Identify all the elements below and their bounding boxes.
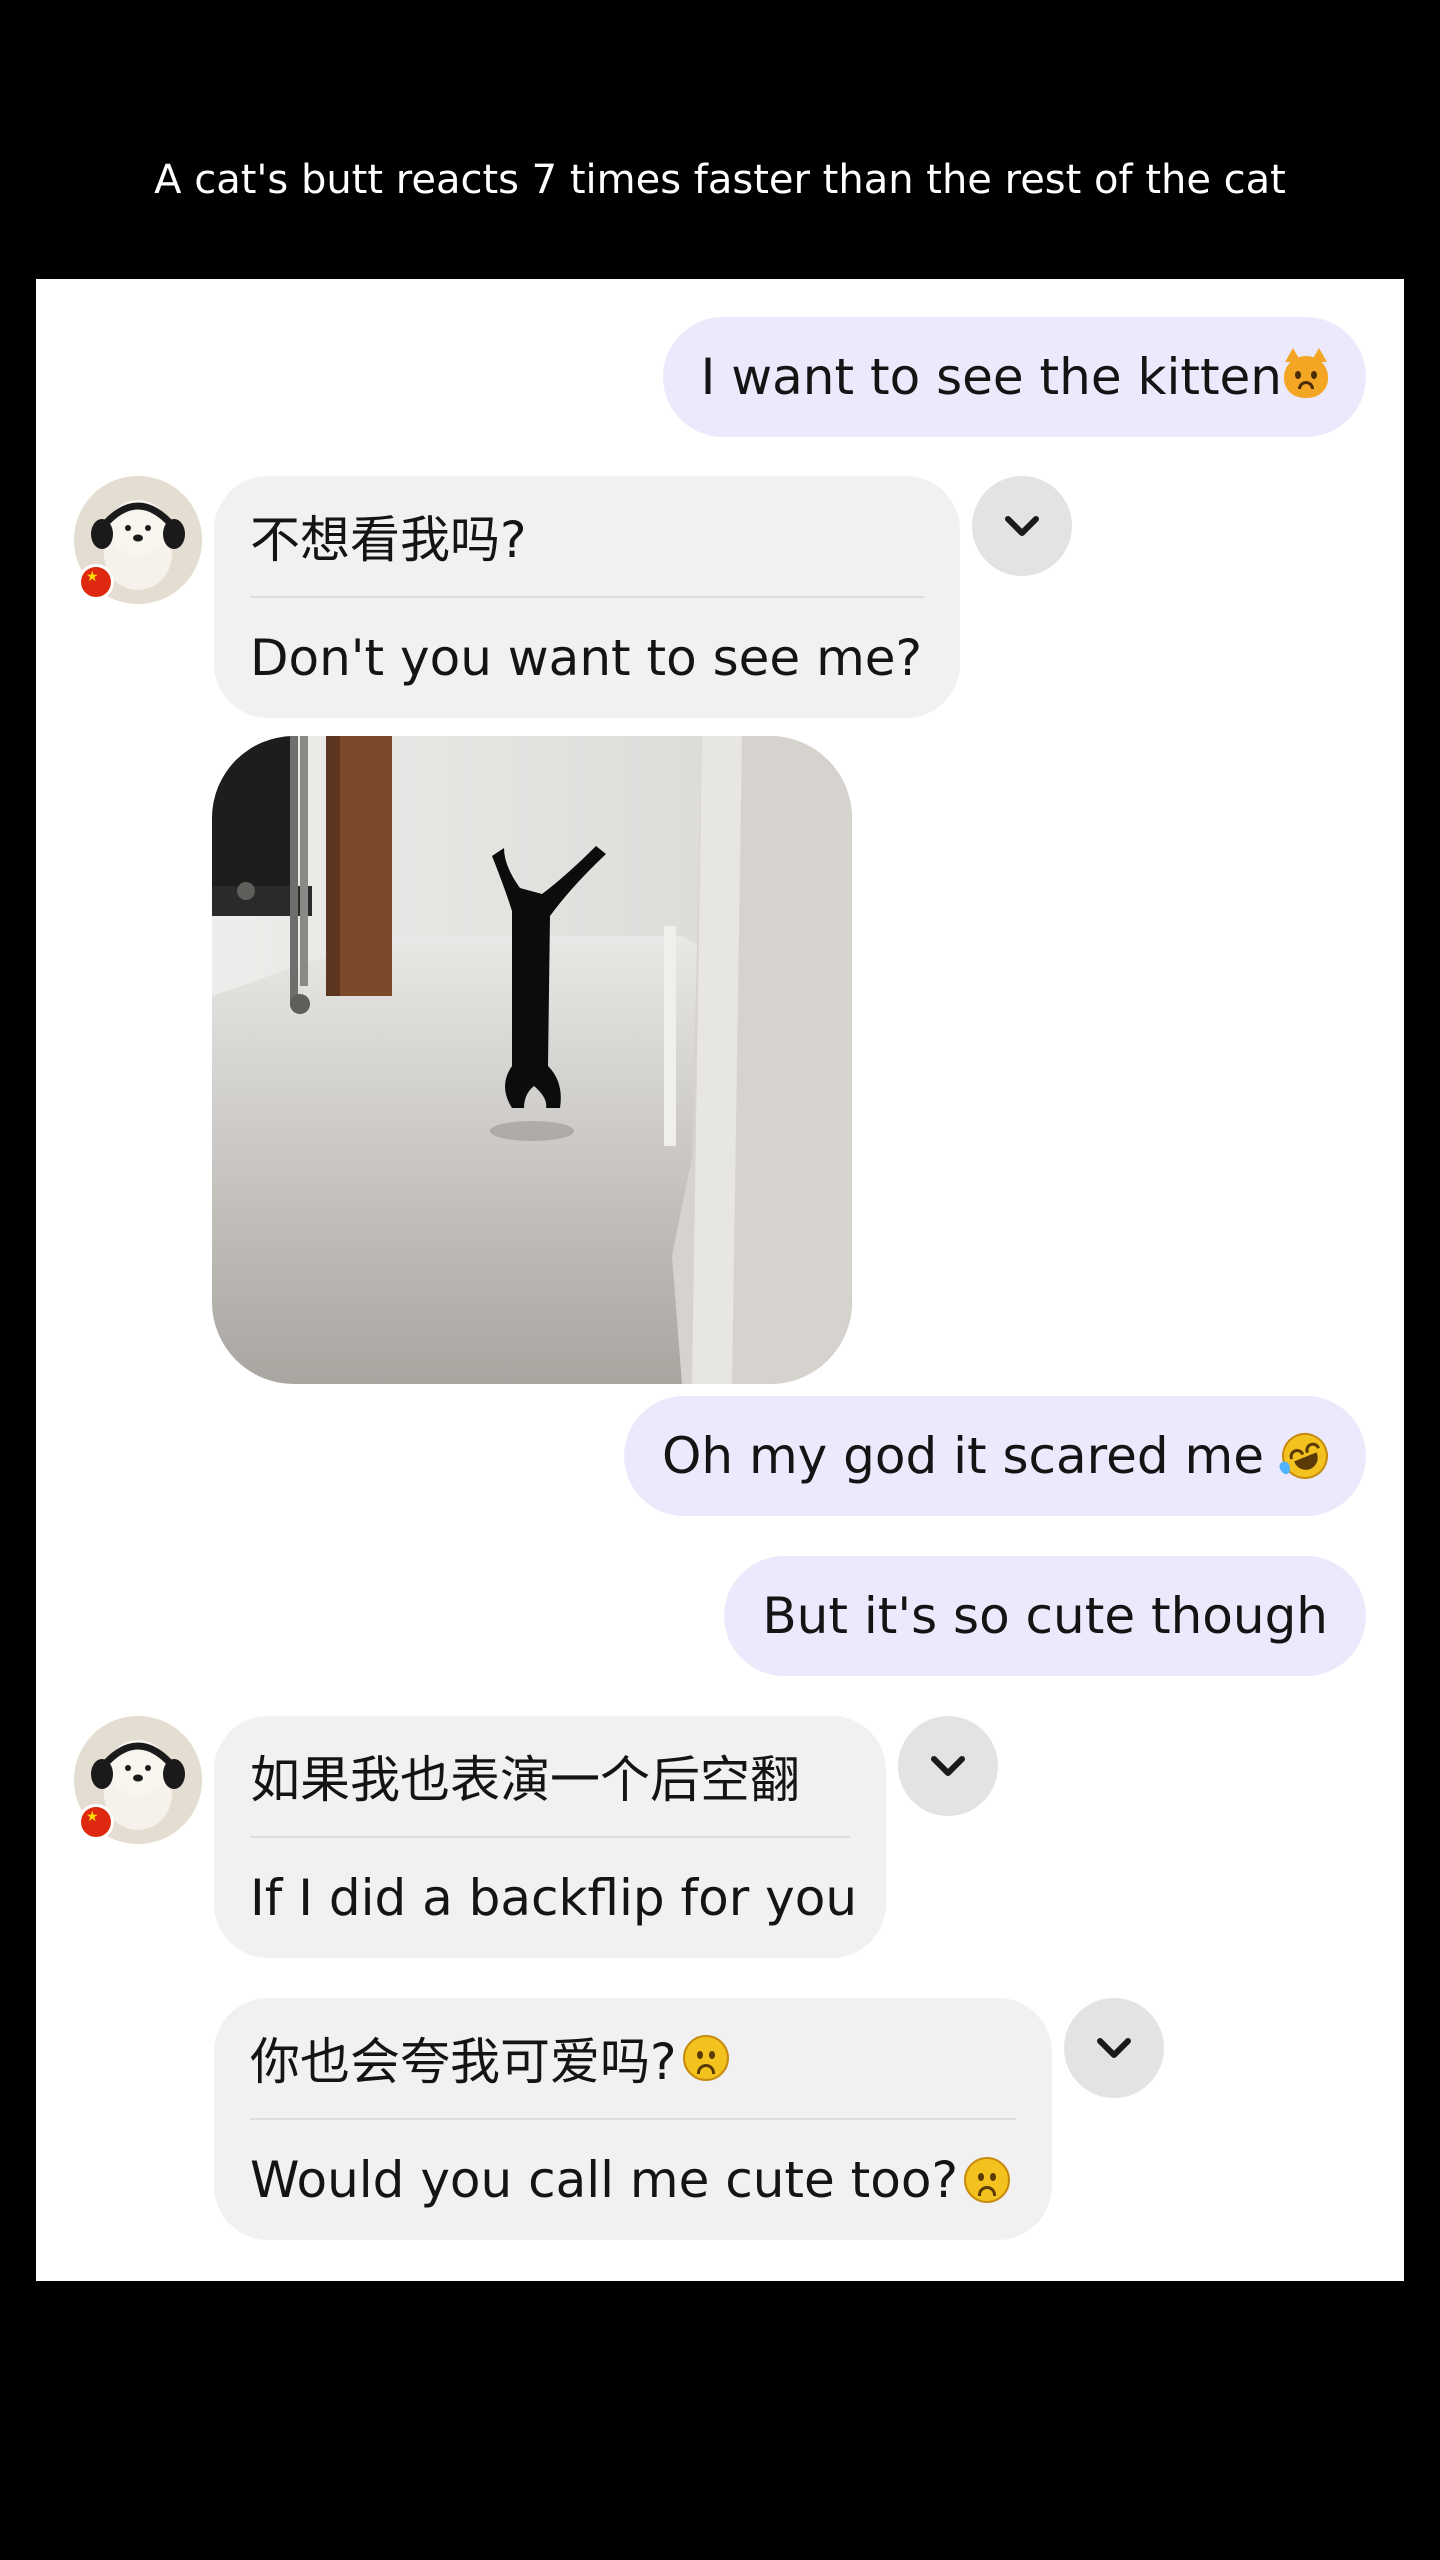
translated-text: Don't you want to see me? bbox=[250, 629, 923, 687]
chevron-down-icon bbox=[1005, 516, 1039, 536]
frowning-face-icon bbox=[964, 2157, 1011, 2203]
incoming-message[interactable]: 不想看我吗? Don't you want to see me? bbox=[214, 476, 960, 718]
message-text: I want to see the kitten bbox=[700, 348, 1282, 406]
frowning-face-icon bbox=[682, 2035, 729, 2081]
original-text: 你也会夸我可爱吗? bbox=[250, 1998, 1016, 2118]
outgoing-message[interactable]: But it's so cute though bbox=[724, 1556, 1366, 1676]
expand-translation-button[interactable] bbox=[898, 1716, 998, 1816]
china-flag-icon: ★ bbox=[78, 1804, 114, 1840]
chat-thread: I want to see the kitten ★ 不想看我吗? Don't … bbox=[36, 279, 1404, 2281]
black-cat-handstand-photo bbox=[212, 736, 852, 1384]
translated-text: If I did a backflip for you bbox=[250, 1869, 858, 1927]
translated-text-content: Would you call me cute too? bbox=[250, 2151, 959, 2209]
chevron-down-icon bbox=[931, 1756, 965, 1776]
outgoing-message[interactable]: Oh my god it scared me bbox=[624, 1396, 1366, 1516]
photo-message[interactable] bbox=[212, 736, 852, 1384]
original-text: 如果我也表演一个后空翻 bbox=[250, 1751, 800, 1809]
original-text-content: 你也会夸我可爱吗? bbox=[250, 2033, 677, 2091]
avatar[interactable]: ★ bbox=[74, 1716, 202, 1844]
cat-face-icon bbox=[1284, 348, 1328, 398]
china-flag-icon: ★ bbox=[78, 564, 114, 600]
outgoing-message[interactable]: I want to see the kitten bbox=[662, 317, 1366, 437]
chevron-down-icon bbox=[1097, 2038, 1131, 2058]
original-text: 不想看我吗? bbox=[250, 511, 527, 569]
message-text: Oh my god it scared me bbox=[662, 1427, 1264, 1485]
incoming-message[interactable]: 你也会夸我可爱吗? Would you call me cute too? bbox=[214, 1998, 1052, 2240]
expand-translation-button[interactable] bbox=[1064, 1998, 1164, 2098]
avatar[interactable]: ★ bbox=[74, 476, 202, 604]
video-caption: A cat's butt reacts 7 times faster than … bbox=[154, 157, 1286, 203]
expand-translation-button[interactable] bbox=[972, 476, 1072, 576]
incoming-message[interactable]: 如果我也表演一个后空翻 If I did a backflip for you bbox=[214, 1716, 886, 1958]
translated-text: Would you call me cute too? bbox=[250, 2120, 1016, 2240]
message-text: But it's so cute though bbox=[762, 1587, 1328, 1645]
rolling-on-floor-laughing-icon bbox=[1275, 1426, 1335, 1486]
